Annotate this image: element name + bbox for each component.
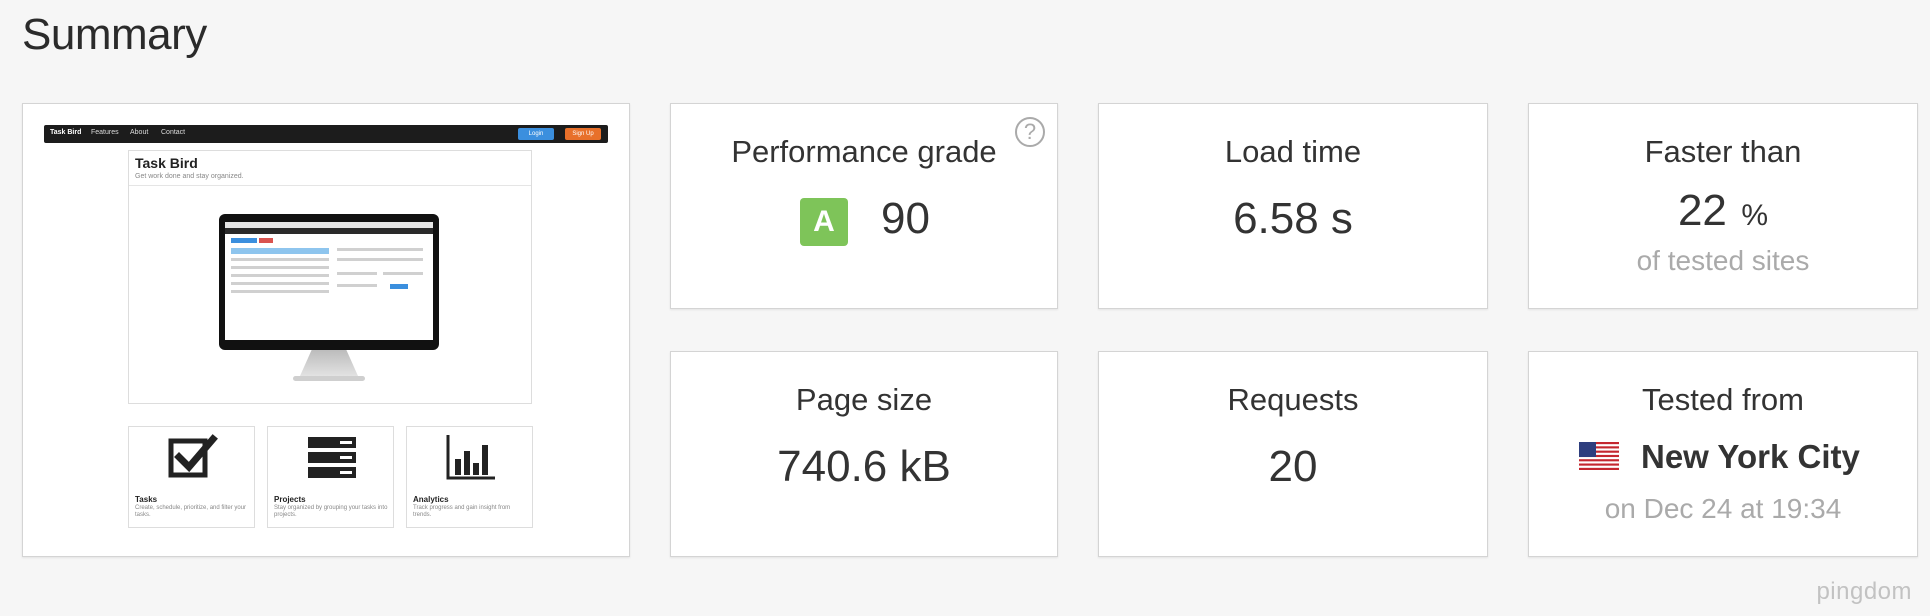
load-time-value: 6.58 s xyxy=(1233,194,1353,243)
feature-title: Projects xyxy=(274,495,306,504)
preview-login-button: Login xyxy=(518,128,554,140)
tested-from-card: Tested from New York City on Dec 24 at 1… xyxy=(1528,351,1918,557)
feature-title: Tasks xyxy=(135,495,158,504)
preview-feature-tasks: Tasks Create, schedule, prioritize, and … xyxy=(128,426,255,528)
monitor-image xyxy=(219,214,439,350)
page-size-label: Page size xyxy=(795,382,933,417)
preview-navbar: Task Bird Features About Contact Login S… xyxy=(44,125,608,143)
bar-chart-icon xyxy=(446,435,495,480)
faster-than-card: Faster than 22 % of tested sites xyxy=(1528,103,1918,309)
site-screenshot-card: Task Bird Features About Contact Login S… xyxy=(22,103,630,557)
feature-desc: Track progress and gain insight from tre… xyxy=(413,505,511,518)
faster-than-label: Faster than xyxy=(1644,134,1802,169)
performance-score: 90 xyxy=(881,194,930,243)
page-size-card: Page size 740.6 kB xyxy=(670,351,1058,557)
preview-feature-analytics: Analytics Track progress and gain insigh… xyxy=(406,426,533,528)
tested-from-location: New York City xyxy=(1641,438,1860,475)
requests-label: Requests xyxy=(1227,382,1359,417)
us-flag-icon xyxy=(1579,442,1619,470)
page-title: Summary xyxy=(22,10,207,59)
preview-nav-link: Contact xyxy=(161,129,186,136)
load-time-card: Load time 6.58 s xyxy=(1098,103,1488,309)
preview-feature-projects: Projects Stay organized by grouping your… xyxy=(267,426,394,528)
faster-than-unit: % xyxy=(1741,199,1769,232)
pingdom-logo: pingdom xyxy=(1816,578,1912,605)
grade-badge: A xyxy=(800,198,848,246)
faster-than-value-row: 22 % xyxy=(1529,186,1917,236)
preview-hero: Task Bird Get work done and stay organiz… xyxy=(128,150,532,404)
preview-brand: Task Bird xyxy=(50,129,82,136)
performance-grade-label: Performance grade xyxy=(731,134,997,169)
faster-than-value: 22 xyxy=(1677,186,1727,235)
preview-nav-link: Features xyxy=(91,129,119,136)
feature-title: Analytics xyxy=(413,495,449,504)
performance-grade-card: ? Performance grade A 90 xyxy=(670,103,1058,309)
tested-from-date: on Dec 24 at 19:34 xyxy=(1604,493,1842,524)
page-size-value: 740.6 kB xyxy=(777,442,951,491)
preview-hero-title: Task Bird xyxy=(135,155,198,171)
preview-nav-link: About xyxy=(130,129,149,136)
preview-signup-button: Sign Up xyxy=(565,128,601,140)
preview-hero-subtitle: Get work done and stay organized. xyxy=(135,173,244,180)
feature-desc: Create, schedule, prioritize, and filter… xyxy=(135,505,247,518)
requests-card: Requests 20 xyxy=(1098,351,1488,557)
requests-value: 20 xyxy=(1268,442,1318,491)
stack-icon xyxy=(308,437,356,478)
checkbox-icon xyxy=(168,434,218,478)
faster-than-sub: of tested sites xyxy=(1636,245,1810,276)
load-time-label: Load time xyxy=(1224,134,1362,169)
feature-desc: Stay organized by grouping your tasks in… xyxy=(274,505,388,518)
tested-from-label: Tested from xyxy=(1642,382,1804,417)
